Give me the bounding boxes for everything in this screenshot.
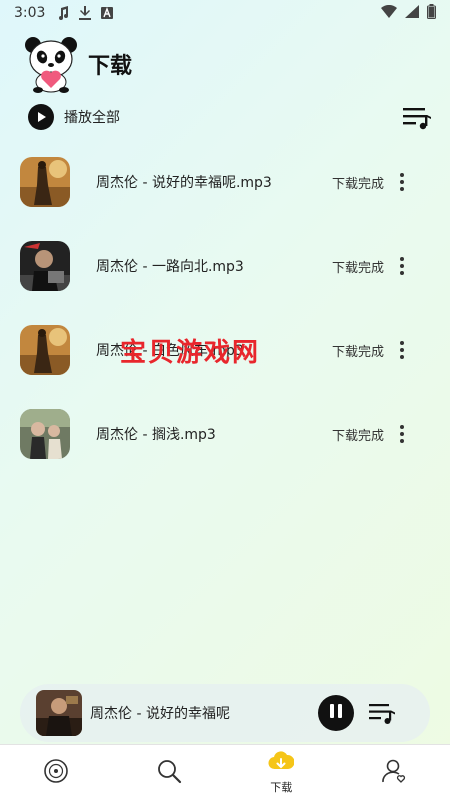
page-header: 下载 <box>22 34 432 94</box>
mini-player[interactable]: 周杰伦 - 说好的幸福呢 <box>20 684 430 742</box>
more-options-icon[interactable] <box>390 335 414 365</box>
song-title: 周杰伦 - 一路向北.mp3 <box>96 259 244 275</box>
more-options-icon[interactable] <box>390 419 414 449</box>
download-arrow-icon <box>79 6 92 20</box>
nav-item-downloads[interactable]: 下载 <box>225 745 338 800</box>
music-note-icon <box>57 6 69 20</box>
nav-label-downloads: 下载 <box>270 780 293 794</box>
cloud-download-icon <box>268 750 295 777</box>
status-bar: 3:03 <box>0 0 450 26</box>
page-title: 下载 <box>88 54 133 79</box>
bottom-navigation: 下载 <box>0 744 450 800</box>
play-all-button[interactable]: 播放全部 <box>28 104 120 130</box>
song-title: 周杰伦 - 说好的幸福呢.mp3 <box>96 175 272 191</box>
song-row[interactable]: 周杰伦 - 说好的幸福呢.mp3 下载完成 <box>0 140 450 224</box>
download-status: 下载完成 <box>332 176 385 192</box>
user-profile-icon <box>381 758 407 788</box>
download-status: 下载完成 <box>332 428 385 444</box>
now-playing-title: 周杰伦 - 说好的幸福呢 <box>90 706 230 722</box>
watermark: 宝贝游戏网 <box>120 338 261 368</box>
song-row[interactable]: 周杰伦 - 搁浅.mp3 下载完成 <box>0 392 450 476</box>
download-list: 周杰伦 - 说好的幸福呢.mp3 下载完成 周杰伦 - 一路向北.mp3 下载完… <box>0 140 450 476</box>
nav-item-discover[interactable] <box>0 745 113 800</box>
album-cover <box>20 325 70 375</box>
album-cover <box>20 241 70 291</box>
cell-signal-icon <box>405 4 419 22</box>
panda-logo-icon <box>22 35 80 93</box>
status-system-icons <box>381 3 436 23</box>
play-all-bar: 播放全部 <box>28 102 432 132</box>
play-icon <box>28 104 54 130</box>
battery-icon <box>427 3 436 23</box>
pause-icon <box>329 703 343 723</box>
album-cover <box>20 157 70 207</box>
status-time: 3:03 <box>14 5 46 21</box>
search-icon <box>156 758 182 788</box>
more-options-icon[interactable] <box>390 251 414 281</box>
more-options-icon[interactable] <box>390 167 414 197</box>
song-title: 周杰伦 - 搁浅.mp3 <box>96 427 216 443</box>
pause-button[interactable] <box>318 695 354 731</box>
font-a-icon <box>101 7 114 19</box>
playlist-queue-icon[interactable] <box>368 701 396 725</box>
download-status: 下载完成 <box>332 344 385 360</box>
playlist-queue-icon[interactable] <box>402 104 432 130</box>
download-status: 下载完成 <box>332 260 385 276</box>
disc-icon <box>43 758 69 788</box>
wifi-icon <box>381 4 397 22</box>
nav-item-profile[interactable] <box>338 745 450 800</box>
nav-item-search[interactable] <box>113 745 226 800</box>
album-cover <box>20 409 70 459</box>
now-playing-cover <box>36 690 82 736</box>
play-all-label: 播放全部 <box>64 110 120 126</box>
status-notification-icons <box>57 6 114 20</box>
song-row[interactable]: 周杰伦 - 一路向北.mp3 下载完成 <box>0 224 450 308</box>
